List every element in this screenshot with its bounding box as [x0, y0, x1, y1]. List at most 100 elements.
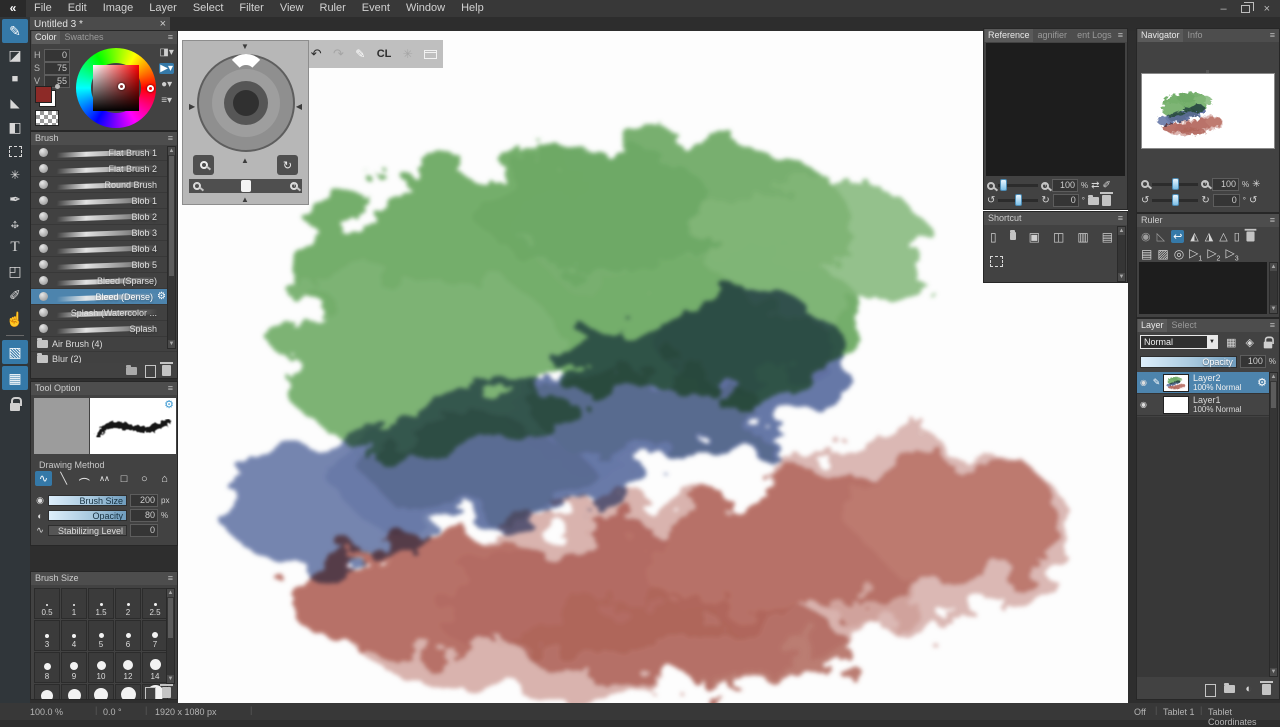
- opacity-value[interactable]: 80: [130, 509, 158, 522]
- tab-reference[interactable]: Reference: [985, 29, 1033, 42]
- menu-help[interactable]: Help: [453, 0, 492, 17]
- rotate-cw-icon[interactable]: ↻: [1041, 195, 1049, 206]
- layer-row-selected[interactable]: ◉ ✎ Layer2 100% Normal ⚙: [1137, 372, 1270, 394]
- ruler-mask2-icon[interactable]: ◮: [1205, 230, 1213, 243]
- ruler-visibility-icon[interactable]: ◉: [1141, 230, 1151, 243]
- color-wheel[interactable]: [76, 48, 156, 128]
- size-cell[interactable]: 8: [34, 652, 60, 683]
- scroll-down-icon[interactable]: ▼: [1270, 305, 1277, 313]
- pan-left-icon[interactable]: ▶: [189, 103, 195, 111]
- menu-layer[interactable]: Layer: [141, 0, 185, 17]
- ruler-mask1-icon[interactable]: ◭: [1190, 230, 1198, 243]
- tab-navigator[interactable]: Navigator: [1138, 29, 1183, 42]
- zoom-out-icon[interactable]: [987, 179, 995, 190]
- size-cell[interactable]: 14: [142, 652, 168, 683]
- menu-file[interactable]: File: [26, 0, 60, 17]
- zoom-track[interactable]: [998, 179, 1038, 191]
- size-cell[interactable]: 18: [61, 684, 87, 699]
- panel-menu-icon[interactable]: ≡: [168, 572, 173, 585]
- size-cell[interactable]: 1: [61, 588, 87, 619]
- zoom-in-icon[interactable]: [1201, 178, 1209, 188]
- layer-scrollbar[interactable]: ▲ ▼: [1269, 372, 1278, 677]
- zoom-out-icon[interactable]: [193, 179, 201, 190]
- delete-icon[interactable]: [1099, 192, 1113, 206]
- tool-hand[interactable]: ☝: [2, 307, 28, 331]
- tool-brush[interactable]: ✎: [2, 19, 28, 43]
- cross-ruler-icon[interactable]: ▨: [1157, 247, 1168, 261]
- size-cell[interactable]: 5: [88, 620, 114, 651]
- foreground-color-swatch[interactable]: [35, 86, 52, 103]
- perspective2-ruler-icon[interactable]: ▷2: [1207, 246, 1220, 262]
- size-cell[interactable]: 10: [88, 652, 114, 683]
- brush-folder-row[interactable]: Air Brush (4): [31, 337, 177, 352]
- layer-settings-gear-icon[interactable]: ⚙: [1257, 376, 1267, 389]
- scroll-thumb[interactable]: [169, 156, 174, 276]
- layer-opacity-value[interactable]: 100: [1239, 355, 1266, 368]
- menu-event[interactable]: Event: [354, 0, 398, 17]
- reset-rotation-button[interactable]: ↻: [277, 155, 298, 175]
- blend-mode-select[interactable]: Normal ▼: [1140, 335, 1218, 349]
- size-cell[interactable]: 7: [142, 620, 168, 651]
- zoom-out-icon[interactable]: [1141, 177, 1149, 188]
- menu-edit[interactable]: Edit: [60, 0, 95, 17]
- zoom-in-icon[interactable]: [290, 180, 298, 190]
- tool-lock[interactable]: [2, 392, 28, 416]
- delete-layer-icon[interactable]: [1260, 680, 1273, 695]
- brush-row[interactable]: Bleed (Sparse): [31, 273, 167, 289]
- tool-move[interactable]: ↔ ↕: [2, 211, 28, 235]
- list-mode-icon[interactable]: ≡▾: [161, 95, 172, 106]
- duplicate-brush-icon[interactable]: [145, 365, 156, 378]
- shortcut-scrollbar[interactable]: ▲ ▼: [1117, 226, 1126, 282]
- zoom-track[interactable]: [1152, 177, 1198, 190]
- tab-layer[interactable]: Layer: [1138, 319, 1167, 332]
- brush-size-value[interactable]: 200: [130, 494, 158, 507]
- reset-view-icon[interactable]: ✳: [1252, 179, 1260, 190]
- paste-icon[interactable]: ▤: [1102, 230, 1113, 244]
- delete-brush-icon[interactable]: [160, 362, 173, 376]
- method-polyline[interactable]: ∧∧: [95, 471, 112, 486]
- rotate-cw-icon[interactable]: ↻: [1201, 195, 1209, 206]
- new-file-icon[interactable]: ▯: [990, 230, 997, 244]
- method-curve[interactable]: ): [75, 471, 92, 486]
- add-folder-icon[interactable]: [126, 364, 137, 375]
- open-folder-icon[interactable]: [1087, 194, 1099, 205]
- brush-folder-row[interactable]: Blur (2): [31, 352, 177, 363]
- ruler-new-icon[interactable]: ▯: [1234, 230, 1240, 243]
- size-cell[interactable]: 12: [115, 652, 141, 683]
- grid-icon[interactable]: ✳: [403, 47, 413, 61]
- panel-menu-icon[interactable]: ≡: [1118, 212, 1123, 225]
- method-ellipse[interactable]: ○: [136, 471, 153, 486]
- menu-ruler[interactable]: Ruler: [312, 0, 354, 17]
- tool-select[interactable]: [2, 139, 28, 163]
- brush-row[interactable]: Blob 1: [31, 193, 167, 209]
- lock-icon[interactable]: [1263, 336, 1274, 349]
- scroll-up-icon[interactable]: ▲: [1270, 263, 1277, 271]
- tool-gradient[interactable]: ◧: [2, 115, 28, 139]
- stabilizing-value[interactable]: 0: [130, 524, 158, 537]
- transform-icon[interactable]: [990, 256, 1003, 267]
- tool-crop[interactable]: ◰: [2, 259, 28, 283]
- mask-icon[interactable]: ◐: [1245, 683, 1252, 695]
- ruler-mask3-icon[interactable]: △: [1219, 230, 1227, 243]
- reset-rotation-icon[interactable]: ↺: [1249, 195, 1257, 206]
- rotate-ccw-icon[interactable]: ↺: [1141, 195, 1149, 206]
- visibility-eye-icon[interactable]: ◉: [1137, 400, 1150, 409]
- tool-select-pen[interactable]: ✒: [2, 187, 28, 211]
- rotation-dial[interactable]: [197, 54, 295, 152]
- transparent-color-swatch[interactable]: [35, 110, 59, 126]
- menu-filter[interactable]: Filter: [231, 0, 271, 17]
- zoom-in-icon[interactable]: [1041, 180, 1049, 190]
- brush-size-slider[interactable]: Brush Size: [48, 495, 127, 506]
- brush-row[interactable]: Blob 5: [31, 257, 167, 273]
- new-folder-icon[interactable]: [1224, 683, 1236, 693]
- s-value[interactable]: 75: [44, 61, 70, 75]
- concentric-ruler-icon[interactable]: ◎: [1174, 247, 1184, 261]
- brush-row-selected[interactable]: Bleed (Dense) ⚙: [31, 289, 167, 305]
- tool-magic-wand[interactable]: ✳: [2, 163, 28, 187]
- undo-icon[interactable]: ↶: [311, 46, 322, 62]
- brush-row[interactable]: Blob 2: [31, 209, 167, 225]
- brush-list-scrollbar[interactable]: ▲ ▼: [167, 146, 176, 349]
- ruler-delete-icon[interactable]: [1244, 228, 1257, 242]
- status-tablet-off[interactable]: Off: [1134, 707, 1146, 717]
- pan-down-icon[interactable]: ▲: [241, 157, 249, 165]
